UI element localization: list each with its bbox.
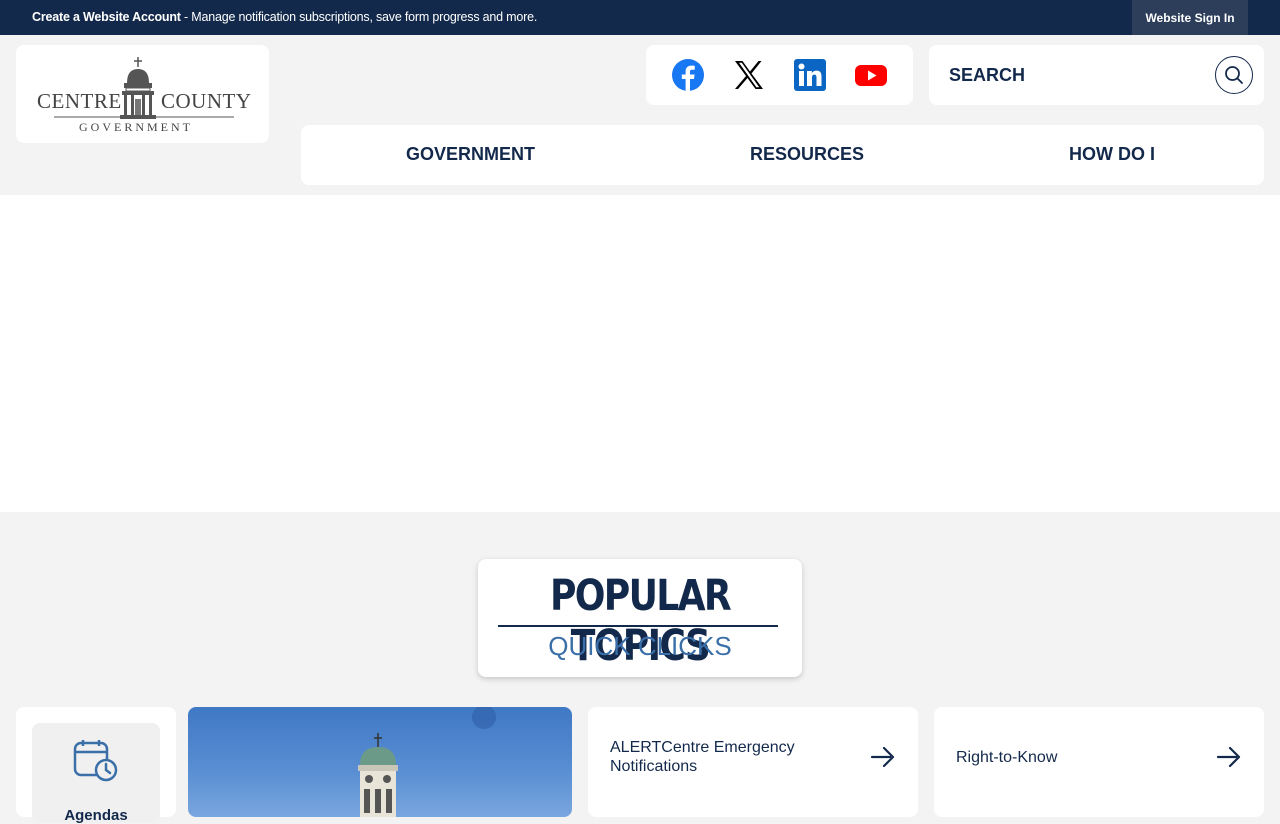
- nav-item-government[interactable]: GOVERNMENT: [406, 144, 535, 165]
- alertcentre-label: ALERTCentre Emergency Notifications: [610, 739, 795, 775]
- account-message-text: - Manage notification subscriptions, sav…: [180, 10, 538, 24]
- website-sign-in-button[interactable]: Website Sign In: [1132, 0, 1248, 35]
- agendas-card: Agendas: [16, 707, 176, 824]
- site-logo[interactable]: CENTRE COUNTY GOVERNMENT: [16, 45, 269, 143]
- popular-topics-heading: POPULAR TOPICS QUICK CLICKS: [478, 559, 802, 677]
- agendas-label: Agendas: [64, 807, 128, 824]
- logo-text-right: COUNTY: [161, 89, 252, 113]
- courthouse-tower-image: [358, 707, 496, 817]
- search-box: [929, 45, 1264, 105]
- logo-text-bottom: GOVERNMENT: [79, 120, 193, 134]
- search-button[interactable]: [1215, 56, 1253, 94]
- alertcentre-link-card[interactable]: ALERTCentre Emergency Notifications: [588, 707, 918, 817]
- x-icon[interactable]: [733, 59, 765, 91]
- main-nav: GOVERNMENT RESOURCES HOW DO I: [301, 125, 1264, 185]
- nav-item-how-do-i[interactable]: HOW DO I: [1069, 144, 1155, 165]
- nav-item-resources[interactable]: RESOURCES: [750, 144, 864, 165]
- right-to-know-label: Right-to-Know: [956, 749, 1058, 766]
- agendas-link[interactable]: Agendas: [32, 723, 160, 824]
- search-icon: [1225, 66, 1243, 84]
- facebook-icon[interactable]: [672, 59, 704, 91]
- top-bar: Create a Website Account - Manage notifi…: [0, 0, 1280, 35]
- hero-banner: [0, 195, 1280, 512]
- courthouse-photo: [188, 707, 572, 817]
- heading-divider: [498, 625, 778, 627]
- linkedin-icon[interactable]: [794, 59, 826, 91]
- right-to-know-link-card[interactable]: Right-to-Know: [934, 707, 1264, 817]
- arrow-right-icon: [870, 746, 895, 768]
- create-account-link[interactable]: Create a Website Account: [32, 10, 181, 24]
- arrow-right-icon: [1216, 746, 1241, 768]
- search-input[interactable]: [949, 63, 1209, 87]
- social-links: [646, 45, 913, 105]
- calendar-clock-icon: [73, 740, 118, 782]
- logo-text-left: CENTRE: [37, 89, 122, 113]
- site-header: CENTRE COUNTY GOVERNMENT GOVERNMENT RESO…: [0, 35, 1280, 195]
- account-message: Create a Website Account - Manage notifi…: [32, 10, 537, 24]
- quick-clicks-subtitle: QUICK CLICKS: [548, 631, 732, 661]
- youtube-icon[interactable]: [855, 59, 887, 91]
